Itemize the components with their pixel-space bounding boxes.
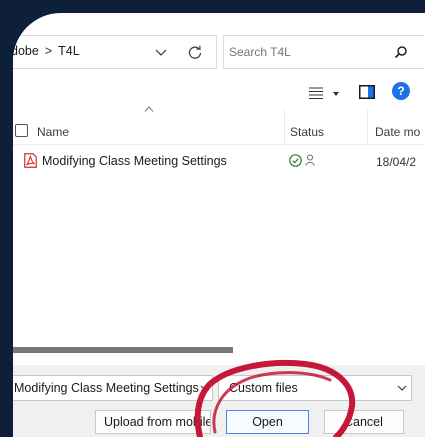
breadcrumb-item-adobe[interactable]: dobe bbox=[13, 44, 39, 58]
chevron-down-icon[interactable] bbox=[397, 384, 407, 392]
navigation-bar: dobe > T4L Search T4L bbox=[13, 35, 425, 69]
pdf-file-icon bbox=[24, 153, 37, 168]
refresh-icon[interactable] bbox=[187, 44, 203, 60]
shared-person-icon bbox=[305, 154, 315, 166]
search-input[interactable]: Search T4L bbox=[223, 35, 424, 69]
column-header-status[interactable]: Status bbox=[290, 125, 324, 139]
select-all-checkbox[interactable] bbox=[15, 124, 28, 137]
horizontal-scrollbar[interactable] bbox=[13, 347, 233, 353]
file-open-dialog: dobe > T4L Search T4L ? Name Status Date… bbox=[13, 13, 425, 437]
address-bar[interactable]: dobe > T4L bbox=[13, 35, 217, 69]
chevron-down-icon[interactable] bbox=[200, 384, 210, 392]
open-button[interactable]: Open bbox=[226, 410, 309, 434]
preview-pane-icon[interactable] bbox=[359, 85, 375, 99]
column-divider[interactable] bbox=[284, 110, 285, 144]
help-icon[interactable]: ? bbox=[392, 82, 410, 100]
available-check-icon bbox=[289, 154, 302, 167]
file-name[interactable]: Modifying Class Meeting Settings bbox=[42, 154, 227, 168]
column-header-name[interactable]: Name bbox=[37, 125, 69, 139]
column-headers: Name Status Date mo bbox=[13, 110, 425, 145]
breadcrumb-separator: > bbox=[44, 44, 53, 58]
cancel-button[interactable]: Cancel bbox=[324, 410, 404, 434]
table-row[interactable]: Modifying Class Meeting Settings 18/04/2 bbox=[13, 144, 425, 174]
view-options-icon[interactable] bbox=[309, 87, 323, 99]
file-type-select[interactable]: Custom files bbox=[218, 375, 412, 401]
file-name-value: Modifying Class Meeting Settings bbox=[14, 381, 199, 395]
dialog-footer: Modifying Class Meeting Settings Custom … bbox=[13, 365, 425, 437]
chevron-down-icon[interactable] bbox=[154, 45, 168, 59]
file-date-modified: 18/04/2 bbox=[376, 155, 417, 169]
file-name-field[interactable]: Modifying Class Meeting Settings bbox=[13, 375, 213, 401]
search-placeholder: Search T4L bbox=[229, 45, 291, 59]
breadcrumb-item-t4l[interactable]: T4L bbox=[58, 44, 80, 58]
caret-down-icon[interactable] bbox=[332, 91, 340, 97]
search-icon[interactable] bbox=[394, 45, 408, 59]
column-divider[interactable] bbox=[367, 110, 368, 144]
upload-from-mobile-button[interactable]: Upload from mobile bbox=[95, 410, 211, 434]
breadcrumb: dobe > T4L bbox=[13, 44, 80, 58]
column-header-date-modified[interactable]: Date mo bbox=[375, 125, 420, 139]
file-type-value: Custom files bbox=[229, 381, 298, 395]
